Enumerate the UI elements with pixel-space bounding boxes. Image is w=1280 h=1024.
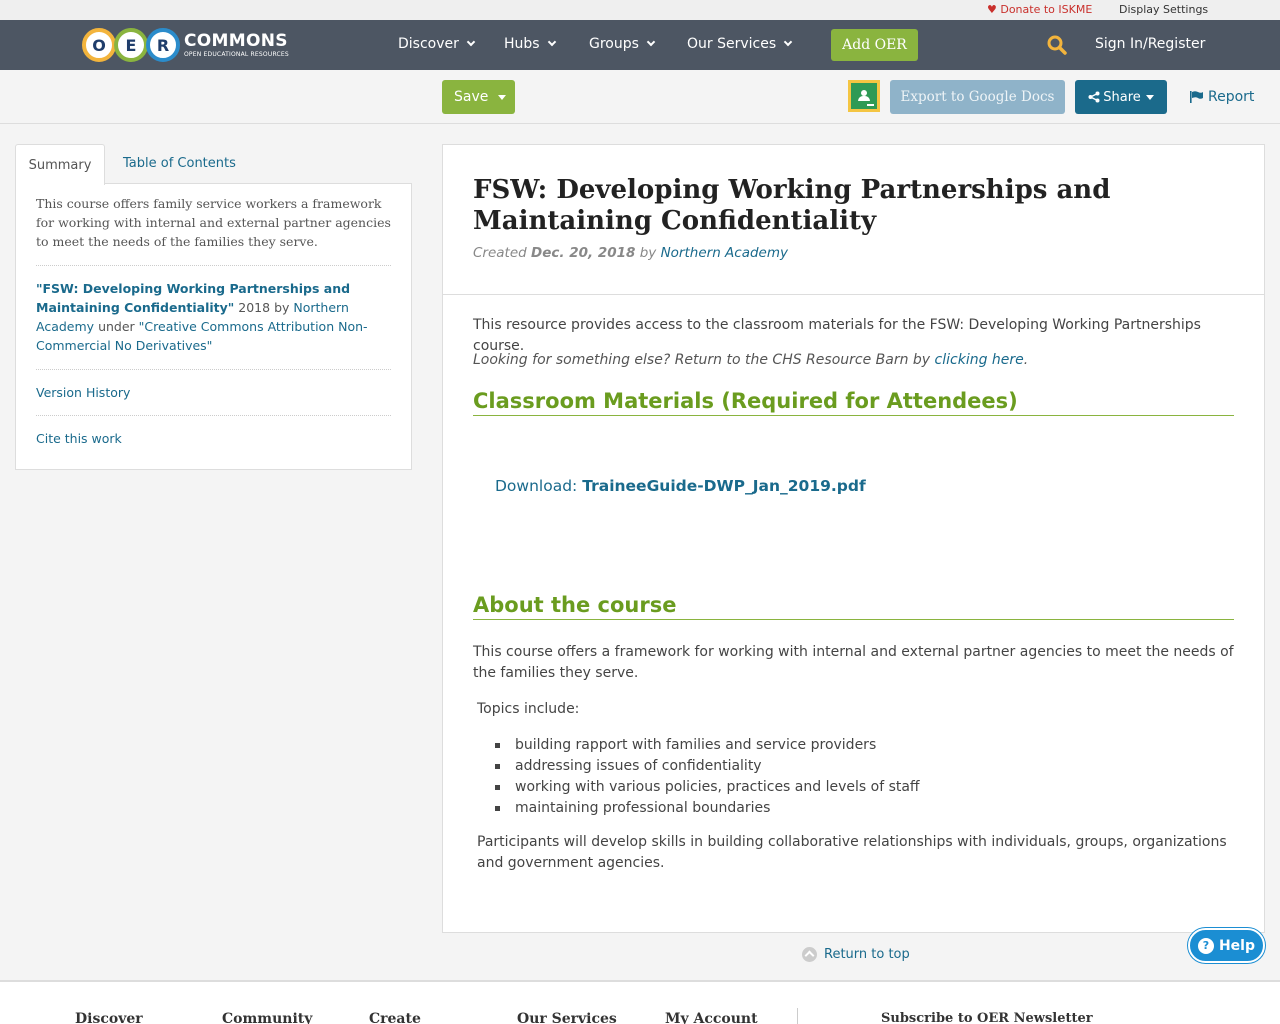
attribution-year: 2018 by (238, 300, 290, 315)
caret-down-icon (498, 94, 507, 100)
left-tabs: Summary Table of Contents (15, 144, 412, 185)
looking-text: Looking for something else? Return to th… (473, 350, 1235, 371)
newsletter-heading: Subscribe to OER Newsletter (881, 1011, 1093, 1024)
return-to-top-label: Return to top (824, 947, 910, 962)
resource-toolbar: Save Export to Google Docs Share Report (0, 70, 1280, 124)
list-item: building rapport with families and servi… (495, 735, 920, 756)
download-file-name: TraineeGuide-DWP_Jan_2019.pdf (582, 477, 866, 495)
nav-hubs-label: Hubs (504, 36, 540, 52)
summary-text: This course offers family service worker… (36, 184, 391, 266)
footer-heading-create: Create (369, 1011, 421, 1024)
list-item: working with various policies, practices… (495, 777, 920, 798)
arrow-up-icon (802, 947, 817, 962)
summary-panel: This course offers family service worker… (15, 183, 412, 470)
attribution: "FSW: Developing Working Partnerships an… (36, 266, 391, 370)
author-link[interactable]: Northern Academy (661, 245, 788, 261)
logo-wordmark: COMMONS OPEN EDUCATIONAL RESOURCES (184, 30, 289, 58)
created-label: Created (473, 245, 527, 261)
help-button[interactable]: ? Help (1188, 928, 1265, 963)
caret-down-icon (1145, 94, 1154, 100)
add-oer-button[interactable]: Add OER (831, 29, 918, 61)
created-date: Dec. 20, 2018 (531, 245, 636, 261)
list-item: maintaining professional boundaries (495, 798, 920, 819)
logo-word: COMMONS (184, 30, 288, 51)
display-settings-link[interactable]: Display Settings (1119, 3, 1208, 16)
nav-our-services-label: Our Services (687, 36, 777, 52)
share-icon (1088, 91, 1100, 103)
share-label: Share (1103, 89, 1141, 105)
export-google-docs-button[interactable]: Export to Google Docs (890, 80, 1065, 114)
flag-icon (1190, 91, 1203, 103)
chevron-down-icon (547, 37, 556, 47)
sign-in-register-link[interactable]: Sign In/Register (1095, 36, 1205, 52)
search-icon[interactable] (1047, 35, 1067, 55)
logo-letter-e: E (114, 28, 148, 62)
section-heading-classroom: Classroom Materials (Required for Attend… (473, 387, 1234, 416)
chevron-down-icon (466, 37, 476, 47)
footer-heading-our-services: Our Services (517, 1011, 617, 1024)
nav-discover-label: Discover (398, 36, 459, 52)
page-title: FSW: Developing Working Partnerships and… (473, 175, 1111, 236)
topics-label: Topics include: (477, 701, 580, 717)
resource-main: FSW: Developing Working Partnerships and… (442, 144, 1265, 933)
footer-heading-discover: Discover (75, 1011, 143, 1024)
oer-commons-logo[interactable]: O E R COMMONS OPEN EDUCATIONAL RESOURCES (82, 25, 289, 65)
nav-discover[interactable]: Discover (398, 36, 476, 52)
version-history-link[interactable]: Version History (36, 385, 130, 400)
utility-bar: ♥ Donate to ISKME Display Settings (0, 0, 1280, 20)
footer-heading-my-account: My Account (665, 1011, 758, 1024)
nav-our-services[interactable]: Our Services (687, 36, 793, 52)
cite-row: Cite this work (36, 416, 391, 461)
help-label: Help (1218, 937, 1256, 954)
nav-groups[interactable]: Groups (589, 36, 656, 52)
resource-header: FSW: Developing Working Partnerships and… (443, 145, 1264, 295)
list-item: addressing issues of confidentiality (495, 756, 920, 777)
about-text: This course offers a framework for worki… (473, 644, 1234, 681)
footer: Discover Community Create Our Services M… (0, 980, 1280, 1024)
save-button[interactable]: Save (442, 80, 515, 114)
created-line: Created Dec. 20, 2018 by Northern Academ… (473, 245, 788, 261)
chevron-down-icon (646, 37, 656, 47)
question-icon: ? (1197, 937, 1214, 954)
section-heading-about: About the course (473, 591, 1234, 620)
logo-letter-r: R (146, 28, 180, 62)
footer-heading-community: Community (222, 1011, 313, 1024)
looking-label: Looking for something else? Return to th… (473, 352, 931, 368)
version-history-row: Version History (36, 370, 391, 416)
attribution-under: under (98, 319, 135, 334)
download-label: Download: (495, 477, 578, 495)
google-classroom-icon[interactable] (848, 80, 880, 112)
share-button[interactable]: Share (1075, 80, 1167, 114)
topics-list: building rapport with families and servi… (495, 735, 920, 819)
participants-text: Participants will develop skills in buil… (477, 834, 1227, 871)
donate-link[interactable]: ♥ Donate to ISKME (987, 3, 1092, 16)
classroom-board (851, 83, 877, 109)
created-by: by (639, 245, 657, 261)
report-label: Report (1208, 89, 1255, 105)
nav-groups-label: Groups (589, 36, 639, 52)
clicking-here-link[interactable]: clicking here (935, 352, 1024, 368)
tab-summary[interactable]: Summary (15, 144, 105, 185)
tab-table-of-contents[interactable]: Table of Contents (123, 156, 236, 171)
nav-hubs[interactable]: Hubs (504, 36, 556, 52)
donate-label: Donate to ISKME (1000, 3, 1093, 16)
report-link[interactable]: Report (1190, 89, 1254, 105)
footer-divider (797, 1008, 798, 1024)
chevron-down-icon (783, 37, 793, 47)
logo-letter-o: O (82, 28, 116, 62)
logo-subtitle: OPEN EDUCATIONAL RESOURCES (184, 50, 289, 58)
download-line: Download: TraineeGuide-DWP_Jan_2019.pdf (495, 477, 866, 495)
download-file-link[interactable]: TraineeGuide-DWP_Jan_2019.pdf (582, 477, 866, 495)
cite-this-work-link[interactable]: Cite this work (36, 431, 122, 446)
main-nav: O E R COMMONS OPEN EDUCATIONAL RESOURCES… (0, 20, 1280, 70)
save-label: Save (454, 89, 489, 105)
return-to-top-link[interactable]: Return to top (802, 947, 910, 962)
looking-period: . (1023, 352, 1029, 368)
